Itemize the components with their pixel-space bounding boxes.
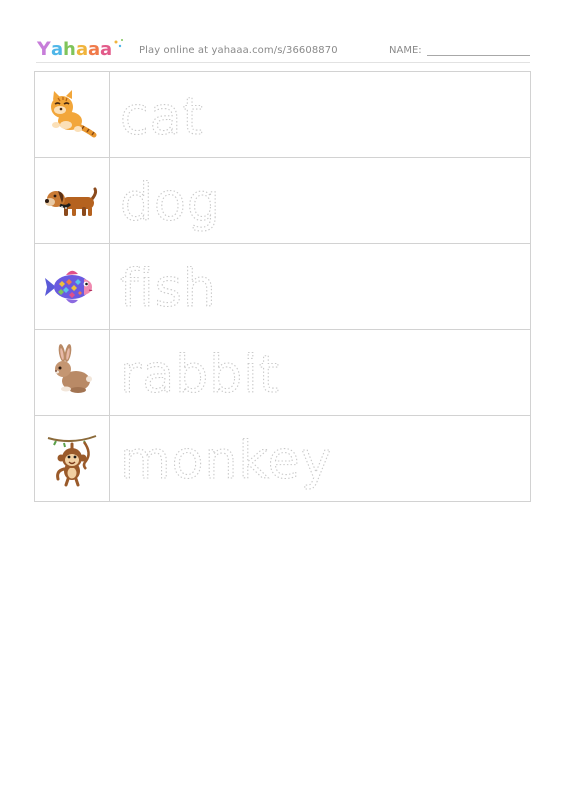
- trace-word-cell[interactable]: cat: [110, 72, 530, 157]
- tracing-row: fish: [35, 244, 530, 330]
- fish-icon: [45, 270, 93, 303]
- trace-word-cell[interactable]: rabbit: [110, 330, 530, 415]
- trace-word-cell[interactable]: monkey: [110, 416, 530, 501]
- tracing-row: dog: [35, 158, 530, 244]
- svg-text:Y: Y: [36, 38, 51, 60]
- cat-picture-cell: [35, 72, 110, 157]
- monkey-icon: [47, 434, 97, 486]
- trace-word: fish: [120, 259, 217, 319]
- monkey-picture-cell: [35, 416, 110, 501]
- trace-word-cell[interactable]: dog: [110, 158, 530, 243]
- tracing-table: cat dog fish rabbit monkey: [34, 71, 531, 502]
- name-label: NAME:: [389, 45, 422, 56]
- tracing-row: cat: [35, 72, 530, 158]
- svg-text:a: a: [88, 39, 100, 60]
- rabbit-icon: [55, 343, 92, 393]
- worksheet-header: Y a h a a a Play online at yahaaa.com/s/…: [36, 36, 530, 60]
- svg-text:a: a: [100, 39, 112, 60]
- rabbit-picture-cell: [35, 330, 110, 415]
- trace-word: cat: [120, 87, 204, 147]
- name-field-line[interactable]: [427, 55, 530, 56]
- header-divider: [36, 62, 530, 63]
- dog-picture-cell: [35, 158, 110, 243]
- trace-word: rabbit: [120, 345, 280, 405]
- svg-text:a: a: [51, 39, 63, 60]
- cat-icon: [51, 89, 97, 137]
- trace-word: monkey: [120, 431, 332, 491]
- trace-word: dog: [120, 173, 221, 233]
- yahaaa-logo: Y a h a a a: [36, 36, 132, 60]
- play-online-text: Play online at yahaaa.com/s/36608870: [139, 45, 338, 56]
- dog-icon: [45, 187, 98, 216]
- svg-text:h: h: [63, 39, 76, 60]
- tracing-row: rabbit: [35, 330, 530, 416]
- trace-word-cell[interactable]: fish: [110, 244, 530, 329]
- tracing-row: monkey: [35, 416, 530, 501]
- svg-text:a: a: [76, 39, 88, 60]
- fish-picture-cell: [35, 244, 110, 329]
